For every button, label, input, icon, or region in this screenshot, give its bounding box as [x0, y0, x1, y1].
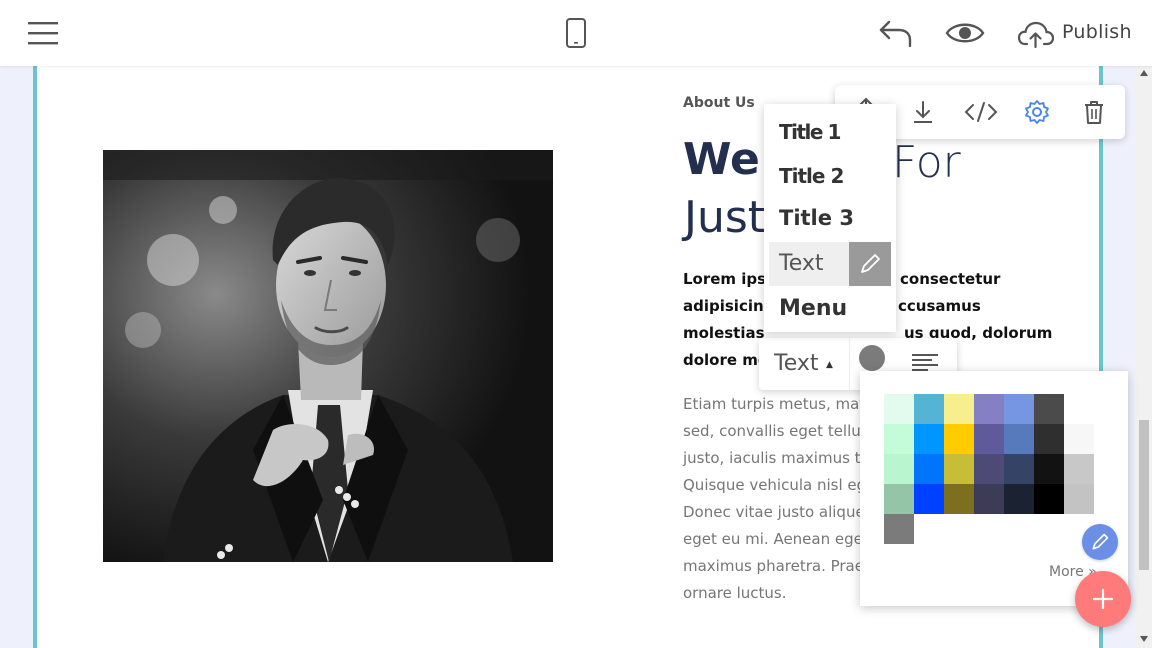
paragraph-line[interactable]: ccusamus: [898, 297, 981, 315]
code-icon[interactable]: [964, 97, 998, 127]
paragraph-line[interactable]: justo, iaculis maximus to: [683, 449, 870, 467]
hamburger-menu-icon[interactable]: [26, 18, 60, 48]
color-swatch[interactable]: [1064, 424, 1094, 454]
color-swatch[interactable]: [884, 514, 914, 544]
paragraph-line[interactable]: dolore mo: [683, 351, 768, 369]
menu-item-title-1[interactable]: Title 1: [779, 120, 841, 144]
menu-item-menu[interactable]: Menu: [779, 296, 847, 321]
paragraph-line[interactable]: adipisicing: [683, 297, 774, 315]
color-swatch[interactable]: [1004, 394, 1034, 424]
text-style-select[interactable]: Text: [774, 351, 819, 376]
preview-eye-icon[interactable]: [944, 18, 986, 48]
color-swatch[interactable]: [1034, 454, 1064, 484]
pen-icon: [861, 254, 880, 273]
text-color-picker[interactable]: [859, 345, 885, 371]
menu-item-title-2[interactable]: Title 2: [779, 164, 844, 188]
heading-light-word[interactable]: For: [892, 137, 961, 188]
publish-button[interactable]: Publish: [1062, 21, 1132, 43]
top-bar: Publish: [0, 0, 1152, 66]
menu-item-text-label: Text: [779, 251, 824, 276]
color-swatch[interactable]: [1034, 484, 1064, 514]
portrait-photo[interactable]: [103, 150, 553, 562]
paragraph-line[interactable]: Quisque vehicula nisl eg: [683, 476, 866, 494]
paragraph-line[interactable]: maximus pharetra. Prae: [683, 557, 864, 575]
color-swatch[interactable]: [1064, 454, 1094, 484]
color-swatch[interactable]: [914, 484, 944, 514]
color-swatch[interactable]: [914, 394, 944, 424]
custom-color-button[interactable]: [1082, 524, 1118, 560]
plus-icon: [1092, 588, 1114, 610]
undo-icon[interactable]: [876, 16, 914, 50]
paragraph-line[interactable]: molestias: [683, 324, 765, 342]
pen-icon: [1092, 533, 1109, 550]
heading-bold-word[interactable]: We: [683, 134, 760, 185]
color-swatch[interactable]: [974, 394, 1004, 424]
paragraph-line[interactable]: ornare luctus.: [683, 584, 787, 602]
paragraph-line[interactable]: sed, convallis eget tellus: [683, 422, 869, 440]
color-swatch[interactable]: [884, 454, 914, 484]
paragraph-line[interactable]: consectetur: [900, 270, 1000, 288]
color-swatch[interactable]: [1064, 484, 1094, 514]
add-block-button[interactable]: [1075, 571, 1131, 627]
page-scrollbar[interactable]: [1136, 66, 1152, 648]
color-swatch[interactable]: [974, 424, 1004, 454]
color-swatch[interactable]: [914, 454, 944, 484]
color-swatch[interactable]: [1004, 454, 1034, 484]
text-style-menu: Title 1 Title 2 Title 3 Text Menu: [764, 104, 896, 332]
delete-trash-icon[interactable]: [1079, 97, 1109, 127]
color-swatch[interactable]: [1004, 424, 1034, 454]
mobile-preview-icon[interactable]: [562, 16, 590, 50]
menu-item-title-3[interactable]: Title 3: [779, 206, 854, 230]
color-swatch[interactable]: [884, 484, 914, 514]
paragraph-line[interactable]: Etiam turpis metus, mat: [683, 395, 865, 413]
settings-gear-icon[interactable]: [1022, 97, 1052, 127]
cloud-upload-icon[interactable]: [1016, 18, 1056, 50]
color-swatch[interactable]: [1034, 424, 1064, 454]
paragraph-line[interactable]: eget eu mi. Aenean eget: [683, 530, 869, 548]
scroll-thumb[interactable]: [1139, 420, 1149, 570]
color-swatch[interactable]: [944, 394, 974, 424]
color-swatch[interactable]: [944, 454, 974, 484]
caret-up-icon: ▲: [826, 360, 833, 370]
color-swatch[interactable]: [974, 484, 1004, 514]
scroll-up-arrow-icon[interactable]: [1140, 70, 1148, 76]
heading-second-line[interactable]: Just: [684, 192, 765, 243]
color-swatch[interactable]: [914, 424, 944, 454]
section-label[interactable]: About Us: [683, 95, 755, 111]
color-picker-panel: More »: [860, 371, 1128, 606]
color-swatch[interactable]: [944, 484, 974, 514]
color-swatch[interactable]: [974, 454, 1004, 484]
divider: [849, 338, 850, 390]
scroll-down-arrow-icon[interactable]: [1140, 636, 1148, 642]
edit-style-button[interactable]: [849, 242, 891, 286]
color-swatch[interactable]: [884, 394, 914, 424]
color-swatch[interactable]: [1004, 484, 1034, 514]
paragraph-line[interactable]: Lorem ipsu: [683, 270, 777, 288]
paragraph-line[interactable]: Donec vitae justo alique: [683, 503, 865, 521]
color-swatch[interactable]: [1034, 394, 1064, 424]
move-down-icon[interactable]: [908, 97, 938, 127]
color-swatch[interactable]: [884, 424, 914, 454]
menu-item-text-selected[interactable]: Text: [769, 242, 891, 286]
color-swatch[interactable]: [944, 424, 974, 454]
